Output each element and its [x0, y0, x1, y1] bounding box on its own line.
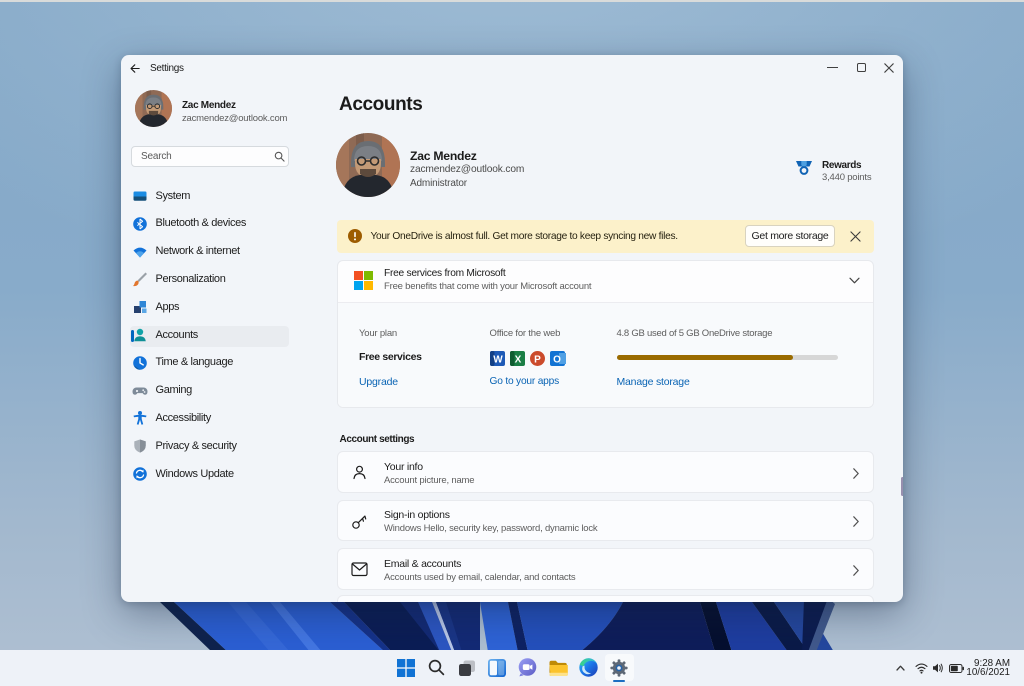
- svg-text:W: W: [493, 354, 503, 365]
- svg-text:O: O: [553, 354, 561, 365]
- svg-text:X: X: [514, 354, 521, 365]
- svg-text:P: P: [534, 354, 541, 365]
